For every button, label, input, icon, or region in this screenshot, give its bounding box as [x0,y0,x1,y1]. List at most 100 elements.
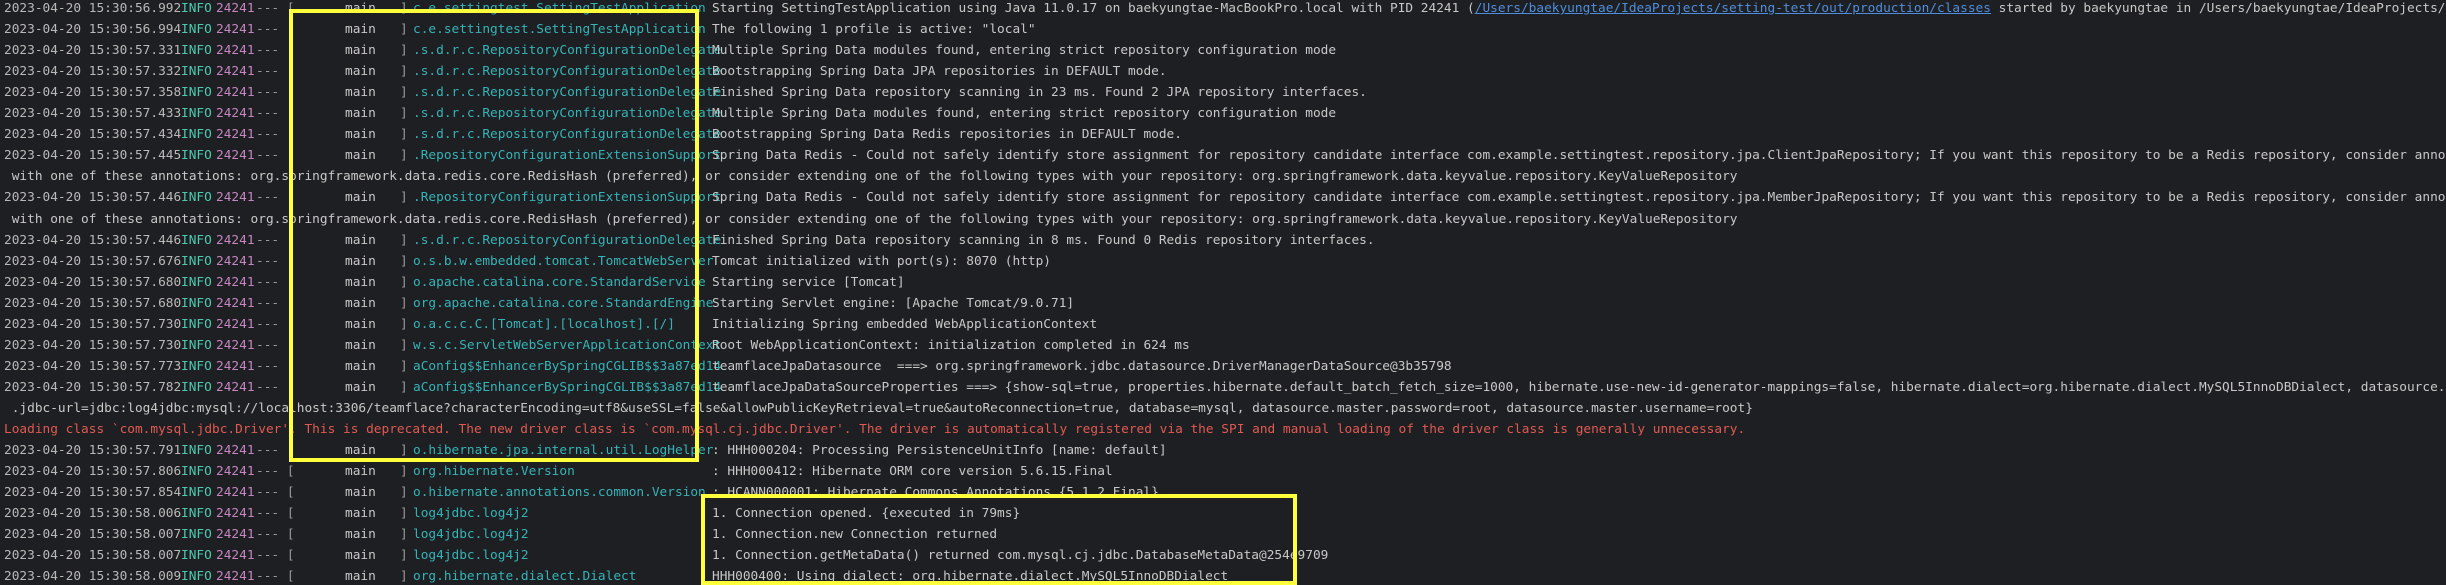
log-level: INFO [181,22,212,38]
log-separator: --- [ [256,295,295,311]
log-thread: main [345,506,376,522]
log-line: 2023-04-20 15:30:57.445 INFO 24241 --- [mai… [0,145,2446,166]
log-level: INFO [181,106,212,122]
log-thread-close: ] [400,127,408,143]
log-message: The following 1 profile is active: "loca… [712,19,1036,40]
log-thread: main [345,379,376,395]
log-pid: 24241 [216,64,255,80]
log-separator: --- [ [256,443,295,459]
log-timestamp: 2023-04-20 15:30:56.994 [4,22,182,38]
log-separator: --- [ [256,1,295,16]
log-line: 2023-04-20 15:30:58.007 INFO 24241 --- [mai… [0,545,2446,566]
log-separator: --- [ [256,22,295,38]
log-level: INFO [181,148,212,164]
log-pid: 24241 [216,506,255,522]
log-line: 2023-04-20 15:30:57.680 INFO 24241 --- [mai… [0,272,2446,293]
log-pid: 24241 [216,358,255,374]
log-pid: 24241 [216,295,255,311]
log-timestamp: 2023-04-20 15:30:58.007 [4,527,182,543]
log-level: INFO [181,1,212,16]
log-thread-close: ] [400,295,408,311]
log-message-text: : HHH000204: Processing PersistenceUnitI… [712,443,1167,459]
log-logger: .s.d.r.c.RepositoryConfigurationDelegate [413,232,722,248]
log-timestamp: 2023-04-20 15:30:57.791 [4,443,182,459]
log-level: INFO [181,548,212,564]
log-logger: org.apache.catalina.core.StandardEngine [413,295,714,311]
log-logger: .s.d.r.c.RepositoryConfigurationDelegate [413,85,722,101]
log-message-text: teamflaceJpaDatasource ===> org.springfr… [712,358,1452,374]
log-message-text: teamflaceJpaDataSourceProperties ===> {s… [712,379,2446,395]
log-level: INFO [181,485,212,501]
log-pid: 24241 [216,443,255,459]
log-thread: main [345,548,376,564]
log-level: INFO [181,358,212,374]
log-line: 2023-04-20 15:30:58.007 INFO 24241 --- [mai… [0,524,2446,545]
classpath-link[interactable]: /Users/baekyungtae/IdeaProjects/setting-… [1475,1,1991,16]
log-pid: 24241 [216,22,255,38]
log-line: 2023-04-20 15:30:57.680 INFO 24241 --- [mai… [0,293,2446,314]
log-pid: 24241 [216,85,255,101]
log-logger: .s.d.r.c.RepositoryConfigurationDelegate [413,64,722,80]
log-message: Multiple Spring Data modules found, ente… [712,103,1336,124]
log-separator: --- [ [256,316,295,332]
log-timestamp: 2023-04-20 15:30:57.433 [4,106,182,122]
log-line: 2023-04-20 15:30:57.446 INFO 24241 --- [mai… [0,230,2446,251]
console-output[interactable]: 2023-04-20 15:30:56.992 INFO 24241 --- [mai… [0,0,2446,583]
log-thread-close: ] [400,464,408,480]
log-message-text: Starting service [Tomcat] [712,274,905,290]
log-message: Tomcat initialized with port(s): 8070 (h… [712,251,1051,272]
log-timestamp: 2023-04-20 15:30:57.680 [4,274,182,290]
log-message-text: The following 1 profile is active: "loca… [712,22,1036,38]
log-logger: .RepositoryConfigurationExtensionSupport [413,190,722,206]
log-logger: c.e.settingtest.SettingTestApplication [413,22,706,38]
log-pid: 24241 [216,253,255,269]
log-thread: main [345,295,376,311]
log-timestamp: 2023-04-20 15:30:58.007 [4,548,182,564]
log-level: INFO [181,190,212,206]
log-logger: c.e.settingtest.SettingTestApplication [413,1,706,16]
log-separator: --- [ [256,337,295,353]
log-thread: main [345,527,376,543]
log-line: 2023-04-20 15:30:58.006 INFO 24241 --- [mai… [0,503,2446,524]
log-thread: main [345,232,376,248]
log-thread-close: ] [400,64,408,80]
log-level: INFO [181,316,212,332]
log-pid: 24241 [216,127,255,143]
log-thread: main [345,148,376,164]
log-thread: main [345,464,376,480]
log-pid: 24241 [216,274,255,290]
log-line: 2023-04-20 15:30:57.676 INFO 24241 --- [mai… [0,251,2446,272]
log-logger: log4jdbc.log4j2 [413,527,529,543]
log-message-text: Starting SettingTestApplication using Ja… [712,1,1475,16]
log-thread: main [345,358,376,374]
log-separator: --- [ [256,106,295,122]
log-logger: o.hibernate.annotations.common.Version [413,485,706,501]
log-logger: o.apache.catalina.core.StandardService [413,274,706,290]
log-thread-close: ] [400,569,408,583]
log-level: INFO [181,527,212,543]
log-separator: --- [ [256,190,295,206]
log-timestamp: 2023-04-20 15:30:57.730 [4,316,182,332]
log-message-text: Multiple Spring Data modules found, ente… [712,106,1337,122]
log-thread: main [345,64,376,80]
log-message-text: Spring Data Redis - Could not safely ide… [712,190,2446,206]
log-message-text: Multiple Spring Data modules found, ente… [712,43,1337,59]
log-thread-close: ] [400,337,408,353]
log-thread-close: ] [400,443,408,459]
log-message-text: 1. Connection.new Connection returned [712,527,998,543]
log-message: Starting Servlet engine: [Apache Tomcat/… [712,293,1074,314]
log-logger: org.hibernate.dialect.Dialect [413,569,637,583]
log-separator: --- [ [256,274,295,290]
log-separator: --- [ [256,485,295,501]
log-separator: --- [ [256,85,295,101]
log-thread-close: ] [400,22,408,38]
log-separator: --- [ [256,548,295,564]
log-message-text: Root WebApplicationContext: initializati… [712,337,1190,353]
log-timestamp: 2023-04-20 15:30:57.332 [4,64,182,80]
log-pid: 24241 [216,190,255,206]
log-thread-close: ] [400,506,408,522]
log-timestamp: 2023-04-20 15:30:57.445 [4,148,182,164]
log-timestamp: 2023-04-20 15:30:57.782 [4,379,182,395]
log-continuation-line: with one of these annotations: org.sprin… [0,166,2446,187]
log-separator: --- [ [256,506,295,522]
